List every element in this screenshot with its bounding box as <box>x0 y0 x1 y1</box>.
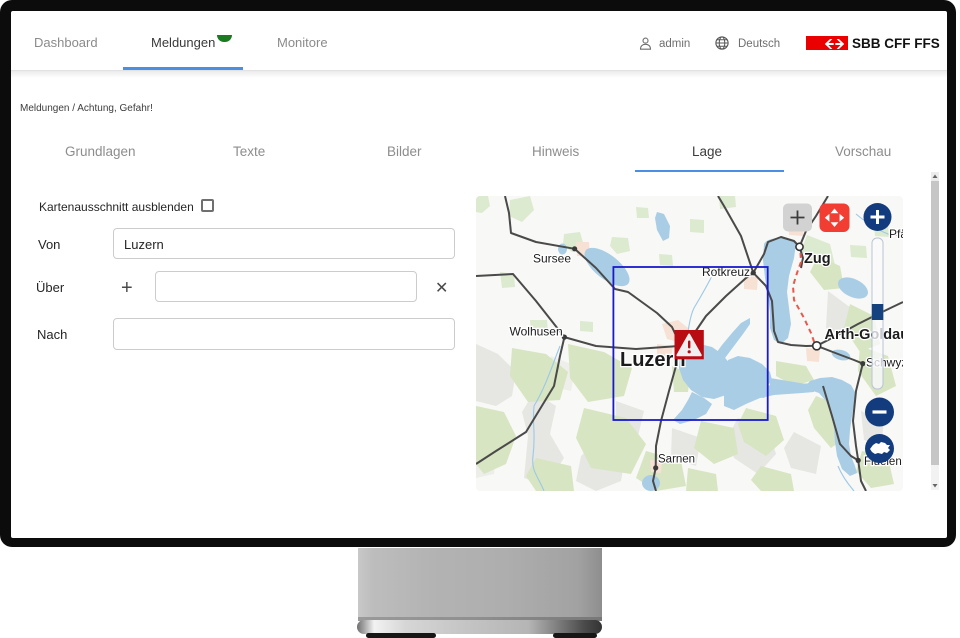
svg-text:Wolhusen: Wolhusen <box>510 325 563 339</box>
svg-text:Arth-Goldau: Arth-Goldau <box>825 327 904 343</box>
svg-text:Sursee: Sursee <box>533 252 571 266</box>
svg-text:Pfä: Pfä <box>889 227 903 241</box>
svg-text:Sarnen: Sarnen <box>658 454 695 466</box>
svg-text:Zug: Zug <box>804 251 831 267</box>
